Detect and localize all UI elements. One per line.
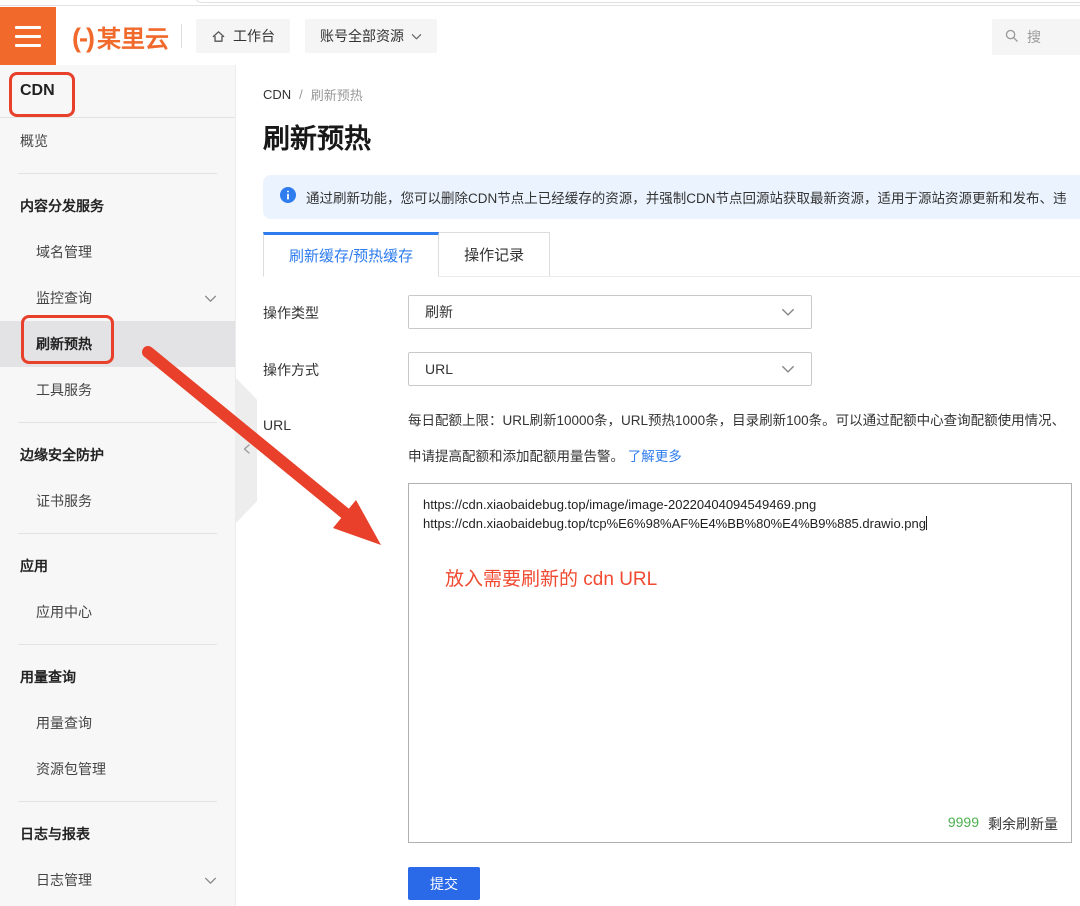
top-nav-bar: (-) 某里云 工作台 账号全部资源 搜 [0, 7, 1080, 65]
sidebar-divider [18, 801, 217, 802]
remaining-quota-value: 9999 [948, 814, 979, 834]
sidebar-item-usage-query[interactable]: 用量查询 [0, 700, 235, 746]
info-banner-text: 通过刷新功能，您可以删除CDN节点上已经缓存的资源，并强制CDN节点回源站获取最… [306, 187, 1067, 207]
quota-description: 每日配额上限：URL刷新10000条，URL预热1000条，目录刷新100条。可… [408, 403, 1072, 475]
chevron-down-icon[interactable] [204, 292, 217, 305]
sidebar-divider [18, 173, 217, 174]
refresh-form: 操作类型 刷新 操作方式 URL URL 每日配额上限：URL刷新10000条，… [263, 295, 1080, 900]
info-banner: 通过刷新功能，您可以删除CDN节点上已经缓存的资源，并强制CDN节点回源站获取最… [263, 175, 1080, 219]
chevron-down-icon [411, 31, 422, 42]
sidebar-section-apps: 应用 [0, 543, 235, 589]
sidebar-item-refresh-preheat[interactable]: 刷新预热 [0, 321, 235, 367]
operation-method-select[interactable]: URL [408, 352, 812, 386]
main-content: CDN / 刷新预热 刷新预热 通过刷新功能，您可以删除CDN节点上已经缓存的资… [236, 65, 1080, 906]
tab-operation-records[interactable]: 操作记录 [439, 232, 550, 277]
cdn-console-page: (-) 某里云 工作台 账号全部资源 搜 CDN 概览 内容分发服务 域 [0, 0, 1080, 906]
logo-name: 某里云 [97, 19, 169, 54]
workbench-label: 工作台 [233, 26, 275, 46]
remaining-quota-label: 剩余刷新量 [988, 814, 1058, 834]
page-title: 刷新预热 [263, 117, 1080, 156]
sidebar-divider [18, 422, 217, 423]
workbench-button[interactable]: 工作台 [196, 19, 290, 53]
tab-refresh-preheat-cache[interactable]: 刷新缓存/预热缓存 [263, 232, 439, 277]
sidebar-item-domain-management[interactable]: 域名管理 [0, 229, 235, 275]
breadcrumb-separator: / [299, 87, 303, 102]
sidebar-section-logs-reports: 日志与报表 [0, 811, 235, 857]
brand-logo[interactable]: (-) 某里云 [72, 19, 169, 54]
url-list-value: https://cdn.xiaobaidebug.top/image/image… [423, 497, 926, 531]
chevron-left-icon [242, 442, 252, 460]
search-placeholder: 搜 [1027, 27, 1041, 47]
sidebar-title-cdn[interactable]: CDN [0, 65, 235, 118]
url-textarea[interactable]: https://cdn.xiaobaidebug.top/image/image… [408, 483, 1072, 843]
search-icon [1004, 28, 1019, 46]
sidebar-collapse-toggle[interactable] [236, 378, 257, 523]
operation-method-label: 操作方式 [263, 352, 408, 386]
global-search-input[interactable]: 搜 [992, 19, 1080, 55]
chevron-down-icon[interactable] [204, 874, 217, 887]
sidebar-section-edge-security: 边缘安全防护 [0, 432, 235, 478]
breadcrumb-current: 刷新预热 [311, 85, 363, 104]
remaining-quota: 9999 剩余刷新量 [948, 814, 1058, 834]
learn-more-link[interactable]: 了解更多 [628, 449, 682, 464]
chevron-down-icon [781, 305, 795, 319]
account-resources-label: 账号全部资源 [320, 26, 404, 46]
sidebar: CDN 概览 内容分发服务 域名管理 监控查询 刷新预热 工具服务 边缘安全防护… [0, 65, 236, 906]
sidebar-item-app-center[interactable]: 应用中心 [0, 589, 235, 635]
operation-type-value: 刷新 [425, 302, 453, 322]
header-divider [181, 24, 182, 48]
text-cursor [926, 516, 928, 530]
url-field-label: URL [263, 409, 408, 900]
sidebar-item-log-management[interactable]: 日志管理 [0, 857, 235, 903]
account-resources-dropdown[interactable]: 账号全部资源 [305, 19, 437, 53]
sidebar-item-tool-services[interactable]: 工具服务 [0, 367, 235, 413]
operation-method-value: URL [425, 361, 453, 377]
chevron-down-icon [781, 362, 795, 376]
browser-edge [0, 0, 1080, 6]
logo-bracket-icon: (-) [72, 23, 93, 54]
tab-bar: 刷新缓存/预热缓存 操作记录 [263, 232, 1080, 277]
sidebar-section-content-delivery: 内容分发服务 [0, 183, 235, 229]
annotation-note: 放入需要刷新的 cdn URL [445, 564, 657, 591]
sidebar-item-certificate-service[interactable]: 证书服务 [0, 478, 235, 524]
operation-type-select[interactable]: 刷新 [408, 295, 812, 329]
sidebar-item-overview[interactable]: 概览 [0, 118, 235, 164]
hamburger-menu-button[interactable] [0, 7, 56, 65]
home-icon [211, 29, 226, 44]
breadcrumb-cdn[interactable]: CDN [263, 87, 291, 102]
sidebar-item-monitoring-query[interactable]: 监控查询 [0, 275, 235, 321]
breadcrumb: CDN / 刷新预热 [263, 85, 1080, 104]
info-icon [280, 187, 296, 208]
sidebar-divider [18, 644, 217, 645]
sidebar-item-resource-package[interactable]: 资源包管理 [0, 746, 235, 792]
submit-button[interactable]: 提交 [408, 867, 480, 900]
sidebar-divider [18, 533, 217, 534]
operation-type-label: 操作类型 [263, 295, 408, 329]
sidebar-section-usage-query: 用量查询 [0, 654, 235, 700]
